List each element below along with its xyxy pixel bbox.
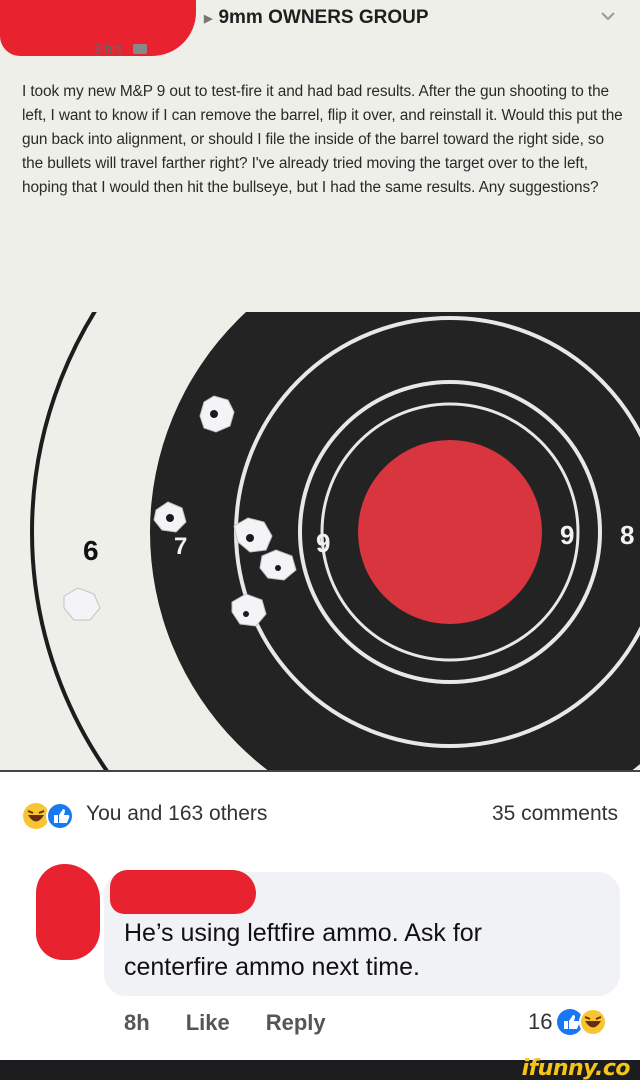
comment-time[interactable]: 8h [124, 1010, 150, 1036]
ring-label-6: 6 [83, 535, 99, 566]
reaction-summary[interactable]: You and 163 others [86, 802, 267, 826]
redacted-avatar [36, 864, 100, 960]
audience-icon [133, 43, 148, 54]
ring-label-9-right: 9 [560, 520, 574, 550]
comment-reaction-count: 16 [528, 1009, 553, 1034]
reactions-bar: You and 163 others 35 comments [0, 770, 640, 862]
ring-label-7: 7 [174, 533, 187, 560]
comment-reactions[interactable]: 16 [528, 1008, 608, 1036]
like-button[interactable]: Like [186, 1010, 230, 1036]
group-header[interactable]: ▶ 9mm OWNERS GROUP [204, 7, 429, 29]
target-photo: 6 7 9 9 8 [0, 112, 640, 952]
haha-icon [23, 803, 49, 829]
watermark-bar: ifunny.co [0, 1056, 640, 1081]
comments-count[interactable]: 35 comments [492, 802, 618, 826]
reply-button[interactable]: Reply [266, 1010, 326, 1036]
reaction-icons[interactable] [22, 802, 78, 830]
bullseye [358, 440, 542, 624]
haha-icon [579, 1008, 608, 1036]
like-icon [46, 802, 74, 830]
comment-reaction-icons [557, 1008, 608, 1036]
redacted-commenter-name [110, 870, 256, 914]
right-arrow-icon: ▶ [204, 12, 213, 25]
target-image: 6 7 9 9 8 [0, 112, 640, 952]
post-meta: 3 hrs · [94, 41, 148, 56]
post-body: I took my new M&P 9 out to test-fire it … [22, 83, 623, 196]
ring-label-8: 8 [620, 520, 634, 550]
comment-bubble: He’s using leftfire ammo. Ask for center… [104, 870, 620, 996]
post-time[interactable]: 3 hrs [94, 41, 123, 56]
post: ▶ 9mm OWNERS GROUP 3 hrs · I took my new… [0, 0, 640, 312]
comment-actions: 8h Like Reply [124, 1010, 326, 1036]
group-name[interactable]: 9mm OWNERS GROUP [218, 7, 428, 29]
comment-text: He’s using leftfire ammo. Ask for center… [124, 919, 483, 981]
ring-label-9-left: 9 [316, 528, 330, 558]
ifunny-watermark: ifunny.co [521, 1056, 631, 1081]
chevron-down-icon[interactable] [598, 6, 618, 26]
